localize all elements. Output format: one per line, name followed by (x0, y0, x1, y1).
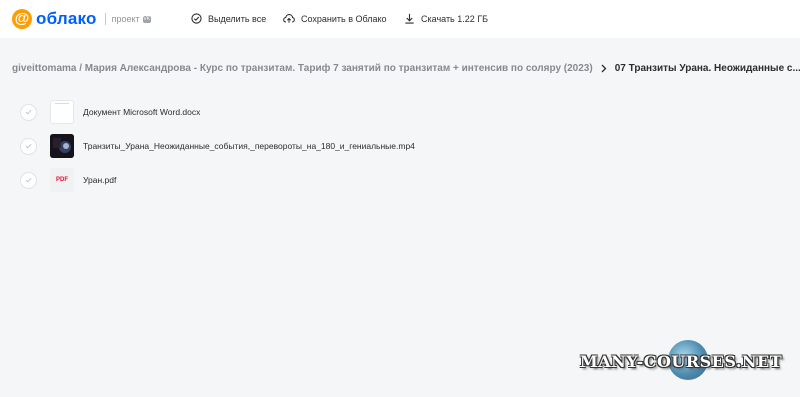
cloud-upload-icon (283, 14, 295, 23)
file-name[interactable]: Транзиты_Урана_Неожиданные_события,_пере… (83, 141, 415, 151)
pdf-thumbnail: PDF (50, 168, 74, 192)
document-thumbnail (50, 100, 74, 124)
select-all-label: Выделить все (208, 13, 267, 24)
logo-text: облако (36, 9, 97, 28)
check-icon (25, 143, 32, 149)
chevron-right-icon (601, 64, 607, 73)
file-checkbox[interactable] (20, 171, 37, 189)
video-thumbnail (50, 134, 74, 158)
vk-badge: VK (142, 15, 151, 23)
breadcrumb: giveittomama / Мария Александрова - Курс… (12, 61, 800, 75)
cloud-logo[interactable]: @ облако проект VK (12, 9, 151, 29)
check-circle-icon (191, 13, 202, 24)
select-all-button[interactable]: Выделить все (191, 13, 266, 24)
pdf-icon: PDF (56, 177, 68, 183)
save-to-cloud-label: Сохранить в Облако (301, 13, 387, 24)
check-icon (25, 177, 32, 183)
breadcrumb-current: 07 Транзиты Урана. Неожиданные с... (614, 62, 800, 74)
file-row[interactable]: Транзиты_Урана_Неожиданные_события,_пере… (20, 134, 440, 158)
project-label: проект (111, 14, 140, 24)
save-to-cloud-button[interactable]: Сохранить в Облако (283, 13, 387, 24)
file-name[interactable]: Уран.pdf (83, 175, 116, 185)
download-button[interactable]: Скачать 1.22 ГБ (404, 13, 488, 24)
logo-divider (104, 13, 106, 25)
download-label: Скачать 1.22 ГБ (421, 13, 489, 24)
top-bar: @ облако проект VK Выделить все Сохранит… (0, 0, 800, 38)
check-icon (25, 109, 32, 115)
breadcrumb-path[interactable]: giveittomama / Мария Александрова - Курс… (12, 63, 593, 74)
file-checkbox[interactable] (20, 137, 37, 155)
file-row[interactable]: PDF Уран.pdf (20, 168, 440, 192)
at-logo-icon: @ (12, 9, 32, 29)
file-row[interactable]: Документ Microsoft Word.docx (20, 100, 440, 124)
file-name[interactable]: Документ Microsoft Word.docx (83, 107, 200, 117)
watermark: MANY-COURSES.NET (580, 352, 783, 371)
download-icon (405, 13, 414, 24)
file-checkbox[interactable] (20, 103, 37, 121)
